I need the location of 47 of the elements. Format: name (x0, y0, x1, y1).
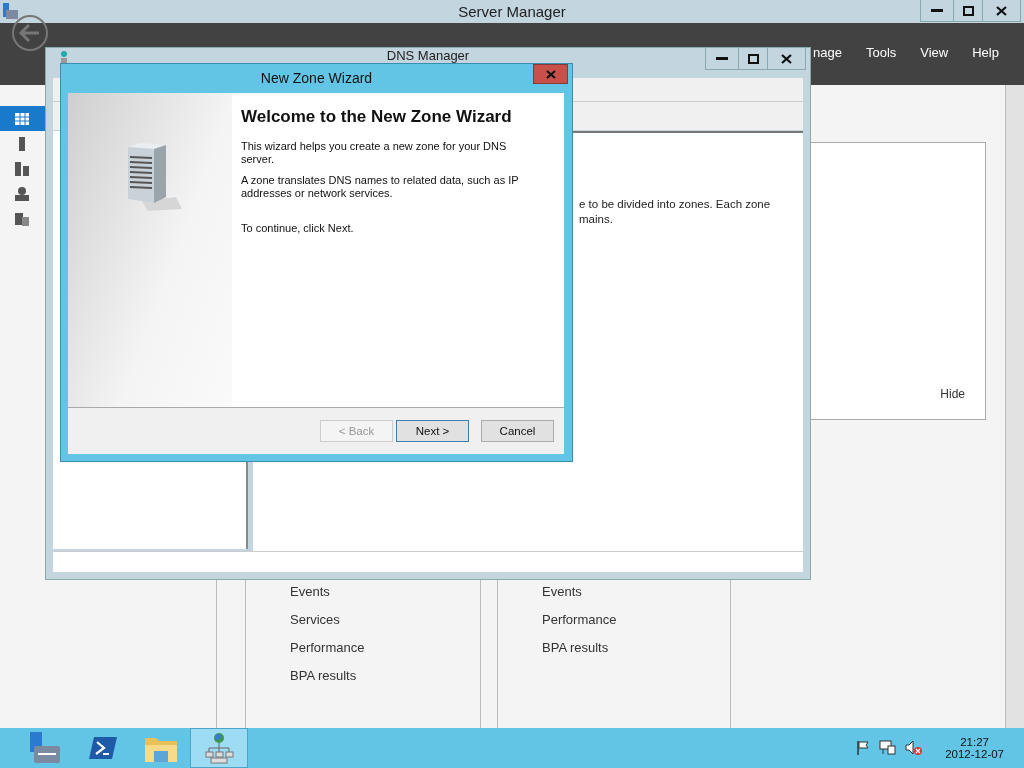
nav-icon (14, 210, 30, 227)
wizard-text: To continue, click Next. (241, 222, 355, 235)
nav-icon (14, 160, 30, 177)
flag-icon[interactable] (855, 740, 872, 756)
clock-date: 2012-12-07 (945, 748, 1004, 760)
close-icon (781, 53, 792, 64)
tile-link[interactable]: Performance (542, 612, 617, 640)
wizard-button[interactable]: Next > (396, 420, 469, 442)
nav-icon (14, 185, 30, 202)
menu-item[interactable]: Tools (865, 45, 897, 60)
tile-link[interactable]: BPA results (290, 668, 365, 696)
maximize-icon (747, 53, 759, 64)
description-text: mains. (579, 212, 614, 227)
server-manager-icon (28, 731, 62, 765)
dns-icon (59, 51, 69, 63)
tile-link[interactable]: Events (290, 584, 365, 612)
menu-item[interactable]: Help (972, 45, 999, 60)
nav-icon (14, 110, 30, 127)
menu-item[interactable]: nage (813, 45, 842, 60)
network-server-icon (204, 732, 234, 764)
maximize-icon (962, 5, 974, 16)
tile-link[interactable]: Services (290, 612, 365, 640)
dialog-title: New Zone Wizard (259, 70, 374, 86)
back-icon[interactable] (11, 14, 49, 52)
minimize-icon (716, 56, 728, 61)
minimize-icon (931, 8, 943, 13)
server-manager-icon (3, 3, 19, 20)
close-icon (996, 5, 1007, 16)
menu-item[interactable]: View (920, 45, 949, 60)
wizard-text: A zone translates DNS names to related data, such as IP addresses or network services. (241, 174, 520, 200)
window-title: DNS Manager (385, 49, 471, 63)
window-title: Server Manager (458, 3, 566, 20)
clock-time: 21:27 (960, 736, 989, 748)
scrollbar[interactable] (1005, 85, 1024, 728)
taskbar-button[interactable] (190, 728, 248, 768)
speaker-muted-icon[interactable] (905, 740, 924, 756)
tile-link[interactable]: Performance (290, 640, 365, 668)
close-icon (545, 69, 556, 79)
hide-link[interactable]: Hide (940, 387, 965, 401)
wizard-button[interactable]: Cancel (481, 420, 554, 442)
tile-link[interactable]: BPA results (542, 640, 617, 668)
network-icon[interactable] (879, 740, 898, 756)
wizard-text: This wizard helps you create a new zone for your DNS server. (241, 140, 508, 166)
tile-link[interactable]: Events (542, 584, 617, 612)
description-text: e to be divided into zones. Each zone (579, 197, 771, 212)
powershell-icon (88, 735, 118, 761)
wizard-heading: Welcome to the New Zone Wizard (241, 107, 513, 126)
